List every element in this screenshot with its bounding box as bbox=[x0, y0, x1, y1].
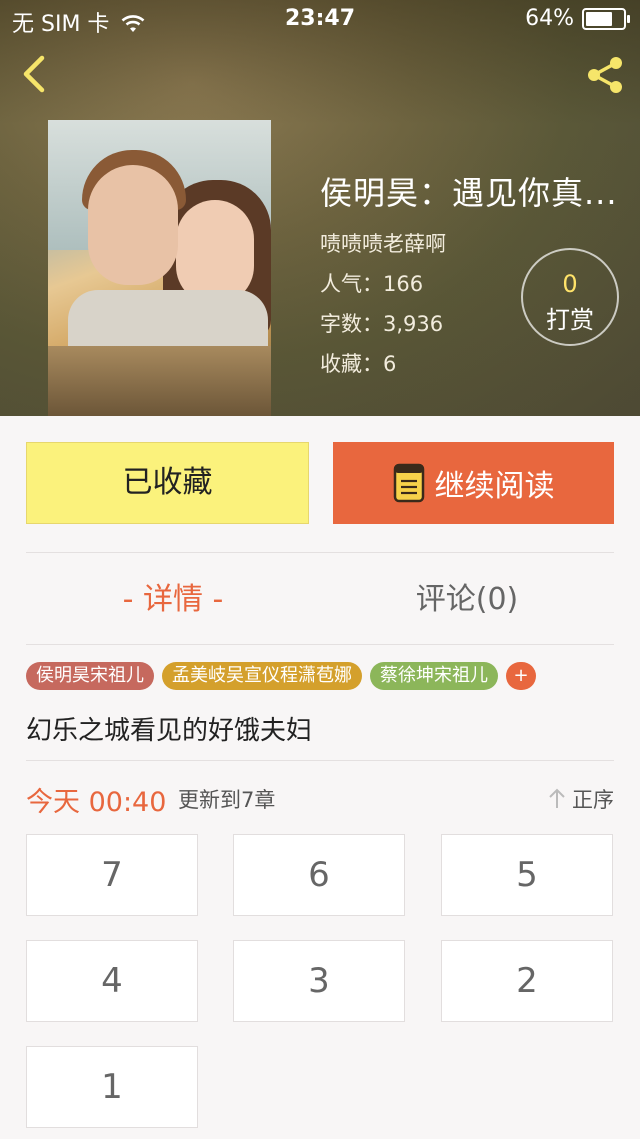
update-note: 更新到7章 bbox=[178, 788, 276, 812]
tag-item[interactable]: 侯明昊宋祖儿 bbox=[26, 662, 154, 690]
continue-reading-label: 继续阅读 bbox=[434, 469, 555, 504]
add-tag-button[interactable]: + bbox=[506, 662, 536, 690]
tag-item[interactable]: 蔡徐坤宋祖儿 bbox=[370, 662, 498, 690]
book-description: 幻乐之城看见的好饿夫妇 bbox=[26, 716, 313, 746]
battery-status: 64% bbox=[525, 6, 630, 31]
share-button[interactable] bbox=[582, 52, 628, 98]
book-cover bbox=[48, 120, 271, 416]
battery-icon bbox=[582, 7, 630, 30]
divider bbox=[26, 644, 614, 645]
chapter-button[interactable]: 7 bbox=[26, 834, 198, 916]
status-bar: 无 SIM 卡 23:47 64% bbox=[0, 0, 640, 37]
chapter-button[interactable]: 2 bbox=[441, 940, 613, 1022]
book-title: 侯明昊：遇见你真... bbox=[320, 174, 618, 212]
reward-button[interactable]: 0 打赏 bbox=[521, 248, 619, 346]
arrow-up-icon bbox=[549, 788, 565, 808]
continue-reading-button[interactable]: 继续阅读 bbox=[333, 442, 614, 524]
battery-percent: 64% bbox=[525, 6, 574, 31]
tag-item[interactable]: 孟美岐吴宣仪程潇苞娜 bbox=[162, 662, 362, 690]
sort-label: 正序 bbox=[572, 788, 614, 812]
sort-toggle[interactable]: 正序 bbox=[548, 784, 614, 814]
action-bar: 已收藏 继续阅读 bbox=[26, 442, 614, 526]
divider bbox=[26, 552, 614, 553]
back-button[interactable] bbox=[16, 52, 56, 96]
chapter-button[interactable]: 1 bbox=[26, 1046, 198, 1128]
chevron-left-icon bbox=[23, 55, 45, 93]
tab-bar: - 详情 - 评论(0) bbox=[26, 560, 614, 640]
favorites-stat: 收藏：6 bbox=[320, 352, 397, 376]
chapter-button[interactable]: 5 bbox=[441, 834, 613, 916]
share-icon bbox=[588, 57, 622, 93]
tag-list: 侯明昊宋祖儿 孟美岐吴宣仪程潇苞娜 蔡徐坤宋祖儿 + bbox=[26, 662, 536, 690]
tab-comments[interactable]: 评论(0) bbox=[320, 560, 614, 640]
update-date: 今天 00:40 bbox=[26, 787, 167, 818]
reward-label: 打赏 bbox=[546, 306, 594, 334]
reward-count: 0 bbox=[562, 270, 578, 298]
tab-details[interactable]: - 详情 - bbox=[26, 560, 320, 640]
divider bbox=[26, 760, 614, 761]
chapter-button[interactable]: 4 bbox=[26, 940, 198, 1022]
update-info: 今天 00:40 更新到7章 正序 bbox=[26, 780, 614, 818]
book-icon bbox=[393, 463, 424, 503]
favorited-button[interactable]: 已收藏 bbox=[26, 442, 309, 524]
chapter-button[interactable]: 3 bbox=[233, 940, 405, 1022]
chapter-button[interactable]: 6 bbox=[233, 834, 405, 916]
